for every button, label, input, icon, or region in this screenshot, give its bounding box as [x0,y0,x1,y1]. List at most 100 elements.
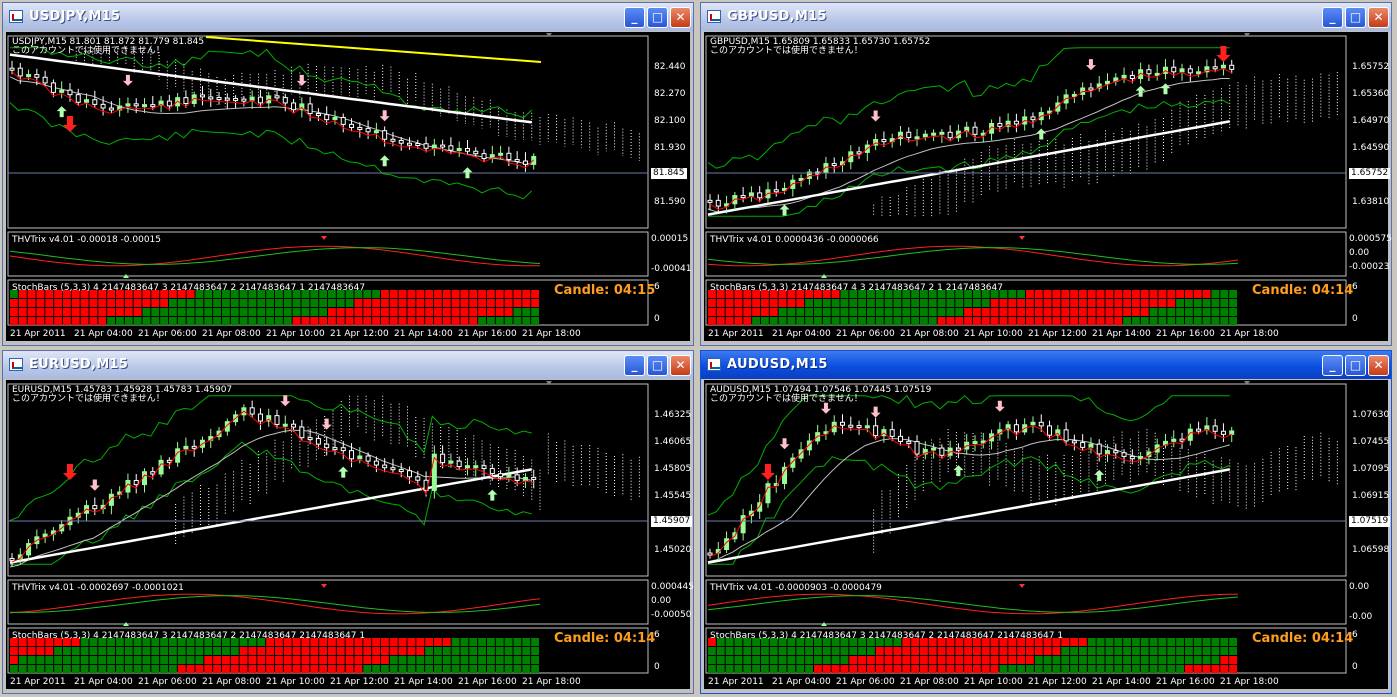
time-axis-label: 21 Apr 12:00 [1028,677,1087,687]
price-axis-label: 1.46065 [654,437,692,447]
slow-ma-line [9,76,532,165]
window-titlebar[interactable]: USDJPY,M15 _ □ ✕ [3,3,693,31]
price-axis-label: 1.07455 [1352,437,1390,447]
trix-axis-label: -0.00041 [651,264,692,274]
chart-area[interactable]: AUDUSD,M15 1.07494 1.07546 1.07445 1.075… [704,380,1391,689]
big-sell-arrow [1216,46,1231,62]
price-axis-label: 1.64590 [1352,143,1390,153]
window-titlebar[interactable]: GBPUSD,M15 _ □ ✕ [701,3,1391,31]
account-notice: このアカウントでは使用できません！ [710,394,863,404]
time-axis-label: 21 Apr 04:00 [74,329,133,339]
window-titlebar[interactable]: EURUSD,M15 _ □ ✕ [3,351,693,379]
window-title: GBPUSD,M15 [727,9,827,24]
signal-arrows [56,74,473,179]
price-axis-label: 1.63810 [1352,197,1390,207]
current-price-box: 1.65752 [1349,168,1391,179]
minimize-button[interactable]: _ [624,355,645,376]
close-button[interactable]: ✕ [670,355,691,376]
time-axis-label: 21 Apr 2011 [10,677,66,687]
time-axis-label: 21 Apr 10:00 [964,677,1023,687]
candle-timer: Candle: 04:14 [554,631,656,646]
stoch-label: StochBars (5,3,3) 4 2147483647 3 2147483… [710,631,1064,641]
price-axis-label: 1.07630 [1352,410,1390,420]
stoch-axis-label: 6 [1352,630,1358,640]
stoch-axis-label: 0 [1352,662,1358,672]
trix-axis-label: 0.00015 [651,234,689,244]
stoch-bars [708,638,1237,673]
stoch-axis-label: 6 [654,282,660,292]
price-axis-label: 1.64970 [1352,116,1390,126]
long-ma-line [9,468,532,564]
price-axis-label: 1.45020 [654,545,692,555]
close-button[interactable]: ✕ [1368,7,1389,28]
close-button[interactable]: ✕ [1368,355,1389,376]
price-axis-label: 1.45545 [654,491,692,501]
time-axis-label: 21 Apr 2011 [708,329,764,339]
trix-down-arrow [1019,236,1025,240]
stoch-axis-label: 6 [1352,282,1358,292]
chart-area[interactable]: EURUSD,M15 1.45783 1.45928 1.45783 1.459… [6,380,694,689]
time-axis-label: 21 Apr 10:00 [266,677,325,687]
stoch-bars [10,638,539,673]
account-notice: このアカウントでは使用できません！ [12,394,165,404]
stoch-label: StochBars (5,3,3) 2147483647 4 3 2147483… [710,283,1003,293]
maximize-button[interactable]: □ [647,7,668,28]
account-notice: このアカウントでは使用できません！ [710,46,863,56]
chart-window-usdjpy[interactable]: USDJPY,M15 _ □ ✕ USDJPY,M15 81.801 81.87… [2,2,694,346]
trix-axis-label: -0.00023 [1349,262,1390,272]
envelope-lines [9,47,533,200]
time-axis-label: 21 Apr 08:00 [202,329,261,339]
candlesticks [707,58,1235,214]
time-axis-label: 21 Apr 12:00 [1028,329,1087,339]
minimize-button[interactable]: _ [624,7,645,28]
current-price-box: 81.845 [651,168,687,179]
trix-axis-label: 0.00 [1349,248,1370,258]
time-axis-label: 21 Apr 04:00 [74,677,133,687]
time-axis-label: 21 Apr 06:00 [836,329,895,339]
time-axis-label: 21 Apr 14:00 [394,329,453,339]
window-titlebar[interactable]: AUDUSD,M15 _ □ ✕ [701,351,1391,379]
trix-main-line [707,247,1239,265]
time-axis-label: 21 Apr 18:00 [1220,677,1279,687]
trix-axis-label: -0.00 [1349,612,1373,622]
trix-down-arrow [321,236,327,240]
trix-axis-label: 0.000445 [651,582,694,592]
trix-label: THVTrix v4.01 -0.0000903 -0.0000479 [710,583,882,593]
time-axis-label: 21 Apr 16:00 [458,677,517,687]
chart-window-eurusd[interactable]: EURUSD,M15 _ □ ✕ EURUSD,M15 1.45783 1.45… [2,350,694,694]
trix-down-arrow [1019,584,1025,588]
current-price-box: 1.07519 [1349,516,1391,527]
stoch-axis-label: 0 [654,314,660,324]
price-axis-label: 81.930 [654,143,686,153]
trix-axis-label: 0.000575 [1349,234,1392,244]
trix-signal-line [9,245,541,267]
minimize-button[interactable]: _ [1322,7,1343,28]
slow-ma-line [707,438,1230,563]
time-axis-label: 21 Apr 06:00 [138,677,197,687]
time-axis-label: 21 Apr 08:00 [202,677,261,687]
time-axis-label: 21 Apr 04:00 [772,329,831,339]
chart-window-gbpusd[interactable]: GBPUSD,M15 _ □ ✕ GBPUSD,M15 1.65809 1.65… [700,2,1392,346]
time-axis-label: 21 Apr 2011 [10,329,66,339]
chart-area[interactable]: GBPUSD,M15 1.65809 1.65833 1.65730 1.657… [704,32,1392,341]
time-axis-label: 21 Apr 16:00 [1156,677,1215,687]
stoch-bars [708,290,1237,325]
chart-window-icon [707,358,721,371]
stoch-label: StochBars (5,3,3) 4 2147483647 3 2147483… [12,631,366,641]
time-axis-label: 21 Apr 08:00 [900,677,959,687]
maximize-button[interactable]: □ [647,355,668,376]
chart-area[interactable]: USDJPY,M15 81.801 81.872 81.779 81.845 この… [6,32,692,341]
maximize-button[interactable]: □ [1345,7,1366,28]
time-axis-label: 21 Apr 10:00 [964,329,1023,339]
chart-window-icon [9,358,23,371]
maximize-button[interactable]: □ [1345,355,1366,376]
chart-window-audusd[interactable]: AUDUSD,M15 _ □ ✕ AUDUSD,M15 1.07494 1.07… [700,350,1392,694]
main-panel-frame [7,383,649,577]
close-button[interactable]: ✕ [670,7,691,28]
price-axis-label: 1.06598 [1352,545,1390,555]
trix-main-line [9,247,541,265]
big-sell-arrow [62,116,77,132]
main-panel-frame [705,383,1347,577]
minimize-button[interactable]: _ [1322,355,1343,376]
price-axis-label: 1.06915 [1352,491,1390,501]
